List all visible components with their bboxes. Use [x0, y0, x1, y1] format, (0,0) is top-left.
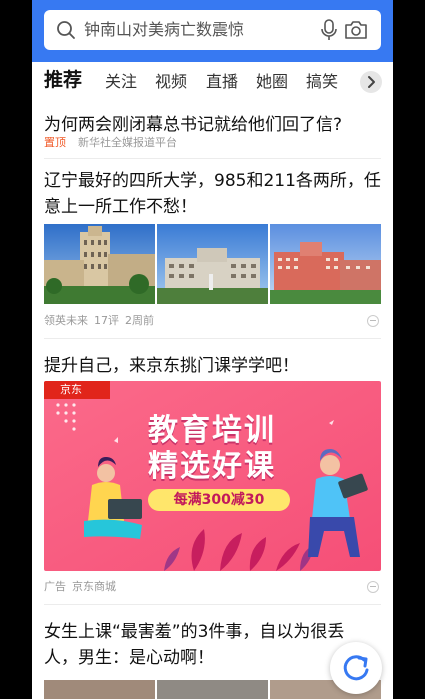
ad-title[interactable]: 提升自己，来京东挑门课学学吧！: [44, 353, 384, 379]
news-title[interactable]: 女生上课“最害羞”的3件事，自以为很丢人，男生：是心动啊！: [44, 619, 364, 671]
tab-video[interactable]: 视频: [155, 70, 187, 94]
thumbnail-image: [44, 224, 155, 304]
news-title[interactable]: 辽宁最好的四所大学，985和211各两所，任意上一所工作不愁！: [44, 168, 384, 220]
dismiss-icon[interactable]: [367, 581, 379, 593]
divider: [44, 338, 381, 339]
ad-banner-image[interactable]: 京东 教育培训 精选好课 每满300减30: [44, 381, 381, 571]
search-header: 钟南山对美病亡数震惊: [32, 0, 393, 62]
jd-logo: 京东: [44, 381, 110, 399]
news-time: 2周前: [125, 314, 154, 327]
channel-tabs: 推荐 关注 视频 直播 她圈 搞笑: [32, 62, 393, 102]
refresh-icon: [343, 655, 369, 681]
news-source: 新华社全媒报道平台: [78, 136, 177, 149]
pinned-badge: 置顶: [44, 136, 66, 149]
search-icon: [57, 21, 75, 39]
thumbnail-image: [157, 224, 268, 304]
search-input[interactable]: 钟南山对美病亡数震惊: [44, 10, 381, 50]
promo-badge: 每满300减30: [148, 489, 290, 511]
news-meta: 置顶 新华社全媒报道平台: [44, 136, 177, 150]
screen: 钟南山对美病亡数震惊 推荐 关注 视频 直播 她圈 搞笑 为何两会刚闭幕总书记就…: [32, 0, 393, 699]
news-title[interactable]: 为何两会刚闭幕总书记就给他们回了信?: [44, 112, 384, 138]
divider: [44, 604, 381, 605]
news-source: 领英未来: [44, 314, 88, 327]
refresh-button[interactable]: [330, 642, 382, 694]
search-query-text: 钟南山对美病亡数震惊: [84, 20, 245, 39]
ad-source: 京东商城: [72, 580, 116, 593]
tab-live[interactable]: 直播: [206, 70, 238, 94]
comment-count: 17评: [94, 314, 119, 327]
news-meta: 领英未来 17评 2周前: [44, 314, 154, 328]
thumbnail-image: [270, 224, 381, 304]
ad-headline-line-2: 精选好课: [148, 449, 276, 484]
tab-recommend[interactable]: 推荐: [44, 68, 82, 92]
more-tabs-button[interactable]: [360, 71, 382, 93]
camera-icon[interactable]: [344, 20, 368, 40]
divider: [44, 158, 381, 159]
tab-follow[interactable]: 关注: [105, 70, 137, 94]
microphone-icon[interactable]: [320, 19, 338, 41]
ad-headline: 教育培训 精选好课: [148, 413, 276, 485]
dismiss-icon[interactable]: [367, 315, 379, 327]
ad-meta: 广告 京东商城: [44, 580, 116, 594]
news-thumbnails[interactable]: [44, 224, 381, 304]
tab-funny[interactable]: 搞笑: [306, 70, 338, 94]
tab-her-circle[interactable]: 她圈: [256, 70, 288, 94]
ad-label: 广告: [44, 580, 66, 593]
chevron-right-icon: [368, 76, 375, 88]
ad-headline-line-1: 教育培训: [148, 413, 276, 448]
